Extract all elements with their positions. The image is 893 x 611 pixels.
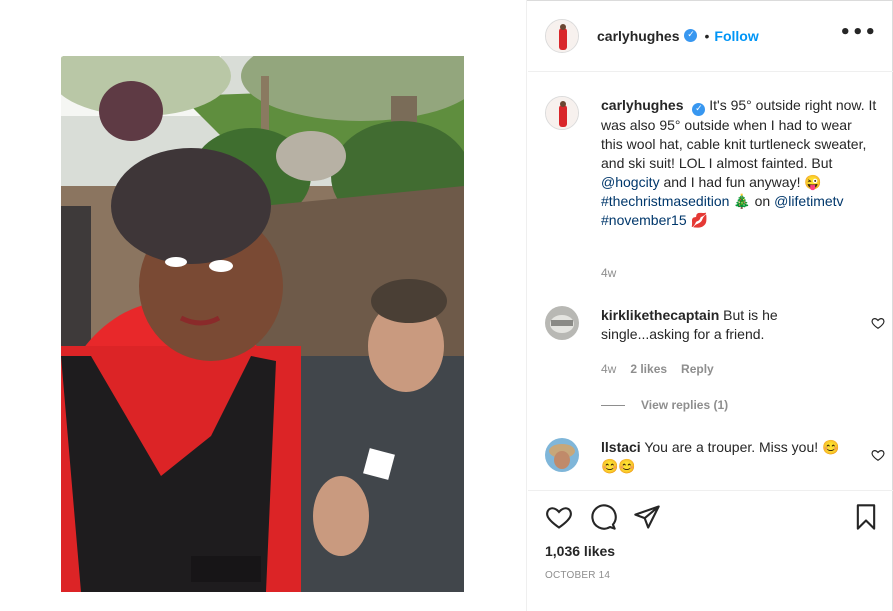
comment-text: kirklikethecaptain But is he single...as… [601, 306, 847, 344]
follow-button[interactable]: Follow [714, 28, 758, 44]
comment-text: llstaci You are a trouper. Miss you! 😊😊😊 [601, 438, 847, 476]
post-photo[interactable] [61, 56, 464, 592]
hashtag-link[interactable]: #thechristmasedition [601, 193, 729, 209]
bookmark-icon[interactable] [852, 503, 880, 531]
post-header: carlyhughes ✓ • Follow ••• [528, 0, 893, 72]
comment-username[interactable]: kirklikethecaptain [601, 307, 719, 323]
avatar-image [546, 97, 578, 129]
reply-button[interactable]: Reply [681, 362, 714, 376]
verified-badge-icon: ✓ [692, 103, 706, 116]
avatar-image [545, 438, 579, 472]
separator-dot: • [704, 27, 710, 44]
replies-divider [601, 405, 625, 407]
post-photo-illustration [61, 56, 464, 592]
avatar-image [546, 19, 578, 52]
mention-link[interactable]: @lifetimetv [774, 193, 843, 209]
author-username[interactable]: carlyhughes [597, 28, 679, 44]
caption-avatar[interactable] [545, 96, 579, 130]
comment-meta: 4w 2 likes Reply [601, 362, 728, 376]
verified-badge-icon: ✓ [684, 29, 698, 42]
comment-heart-icon[interactable] [871, 448, 885, 462]
comment-icon[interactable] [589, 503, 617, 531]
comment-avatar[interactable] [545, 306, 579, 340]
caption-username[interactable]: carlyhughes [601, 97, 683, 113]
hashtag-link[interactable]: #november15 [601, 212, 687, 228]
caption-text: carlyhughes ✓ It's 95° outside right now… [601, 96, 877, 230]
likes-count[interactable]: 1,036 likes [545, 543, 615, 559]
avatar-image [545, 306, 579, 340]
caption-text-part: and I had fun anyway! 😜 [659, 174, 822, 190]
post-actions: 1,036 likes OCTOBER 14 [528, 490, 893, 611]
mention-link[interactable]: @hogcity [601, 174, 660, 190]
view-replies-label: View replies (1) [641, 398, 729, 412]
post-date[interactable]: OCTOBER 14 [545, 570, 610, 581]
comment-likes[interactable]: 2 likes [630, 362, 667, 376]
share-icon[interactable] [633, 503, 661, 531]
comment-time[interactable]: 4w [601, 362, 616, 376]
comment-username[interactable]: llstaci [601, 439, 641, 455]
caption-text-part: 🎄 on [729, 193, 775, 209]
view-replies-button[interactable]: View replies (1) [601, 398, 728, 412]
post-side-panel: carlyhughes ✓ • Follow ••• carlyhughes ✓… [528, 0, 893, 611]
caption-text-part: 💋 [686, 212, 708, 228]
heart-icon[interactable] [545, 503, 573, 531]
more-options-icon[interactable]: ••• [839, 22, 877, 43]
comment-heart-icon[interactable] [871, 316, 885, 330]
comments-section[interactable]: carlyhughes ✓ It's 95° outside right now… [528, 72, 893, 490]
author-avatar[interactable] [545, 18, 579, 53]
caption-time[interactable]: 4w [601, 266, 616, 280]
comment-avatar[interactable] [545, 438, 579, 472]
post-media-area [0, 0, 527, 611]
